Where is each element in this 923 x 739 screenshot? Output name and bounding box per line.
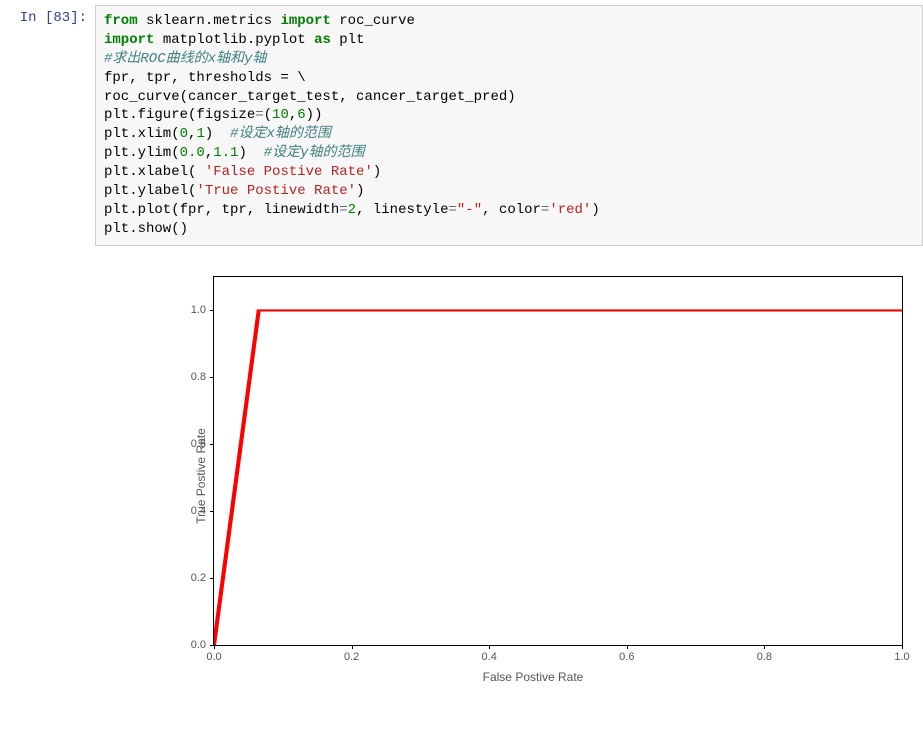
mod-mpl: matplotlib.pyplot [154,32,314,48]
output-area: True Postive Rate 0.0 0.2 0.4 0.6 0.8 1.… [95,256,923,691]
l10p: ) [356,183,364,199]
l11eq2: = [448,202,456,218]
exec-count: 83 [53,10,70,26]
l11c: , color [482,202,541,218]
l7p: ) [205,126,230,142]
l7n2: 1 [196,126,204,142]
comment-ylim: #设定y轴的范围 [264,145,365,161]
l11s1: "-" [457,202,482,218]
input-prompt: In [83]: [0,5,95,246]
l7a: plt.xlim( [104,126,180,142]
comment-roc: #求出ROC曲线的x轴和y轴 [104,51,266,67]
ytick-3: 0.6 [191,438,214,450]
l11s2: 'red' [549,202,591,218]
l7n1: 0 [180,126,188,142]
notebook: In [83]: from sklearn.metrics import roc… [0,0,923,696]
comment-xlim: #设定x轴的范围 [230,126,331,142]
line-12: plt.show() [104,221,188,237]
l11b: , linestyle [356,202,448,218]
l8a: plt.ylim( [104,145,180,161]
l8c: , [205,145,213,161]
prompt-prefix: In [ [20,10,54,26]
ytick-4: 0.8 [191,371,214,383]
code-cell: In [83]: from sklearn.metrics import roc… [0,0,923,251]
l8n2: 1.1 [213,145,238,161]
xtick-1: 0.2 [344,645,359,663]
alias-plt: plt [331,32,365,48]
ytick-2: 0.4 [191,505,214,517]
roc-chart: True Postive Rate 0.0 0.2 0.4 0.6 0.8 1.… [143,266,923,686]
line-5: roc_curve(cancer_target_test, cancer_tar… [104,89,516,105]
l11a: plt.plot(fpr, tpr, linewidth [104,202,339,218]
l11p: ) [591,202,599,218]
l6p2: )) [306,107,323,123]
l9s: 'False Postive Rate' [205,164,373,180]
l8n1: 0.0 [180,145,205,161]
kw-import-1: import [280,13,330,29]
line-4: fpr, tpr, thresholds = \ [104,70,306,86]
kw-as: as [314,32,331,48]
l11n: 2 [348,202,356,218]
l6a: plt.figure(figsize [104,107,255,123]
l6n2: 6 [297,107,305,123]
xtick-0: 0.0 [206,645,221,663]
fn-roc-curve: roc_curve [331,13,415,29]
xtick-3: 0.6 [619,645,634,663]
l6c: , [289,107,297,123]
roc-line-svg [214,277,902,645]
ytick-1: 0.2 [191,572,214,584]
code-editor[interactable]: from sklearn.metrics import roc_curve im… [95,5,923,246]
xtick-4: 0.8 [757,645,772,663]
l10a: plt.ylabel( [104,183,196,199]
l6n1: 10 [272,107,289,123]
l9p: ) [373,164,381,180]
l6eq: = [255,107,263,123]
prompt-suffix: ]: [70,10,87,26]
l8p: ) [238,145,263,161]
l6p1: ( [264,107,272,123]
output-prompt [0,256,95,691]
xtick-2: 0.4 [482,645,497,663]
kw-from: from [104,13,138,29]
l11eq: = [339,202,347,218]
l10s: 'True Postive Rate' [196,183,356,199]
x-axis-label: False Postive Rate [483,670,584,684]
output-cell: True Postive Rate 0.0 0.2 0.4 0.6 0.8 1.… [0,251,923,696]
ytick-5: 1.0 [191,304,214,316]
plot-area: 0.0 0.2 0.4 0.6 0.8 1.0 0.0 0.2 [213,276,903,646]
roc-polyline [214,310,902,645]
mod-sklearn: sklearn.metrics [138,13,281,29]
kw-import-2: import [104,32,154,48]
l9a: plt.xlabel( [104,164,205,180]
xtick-5: 1.0 [894,645,909,663]
